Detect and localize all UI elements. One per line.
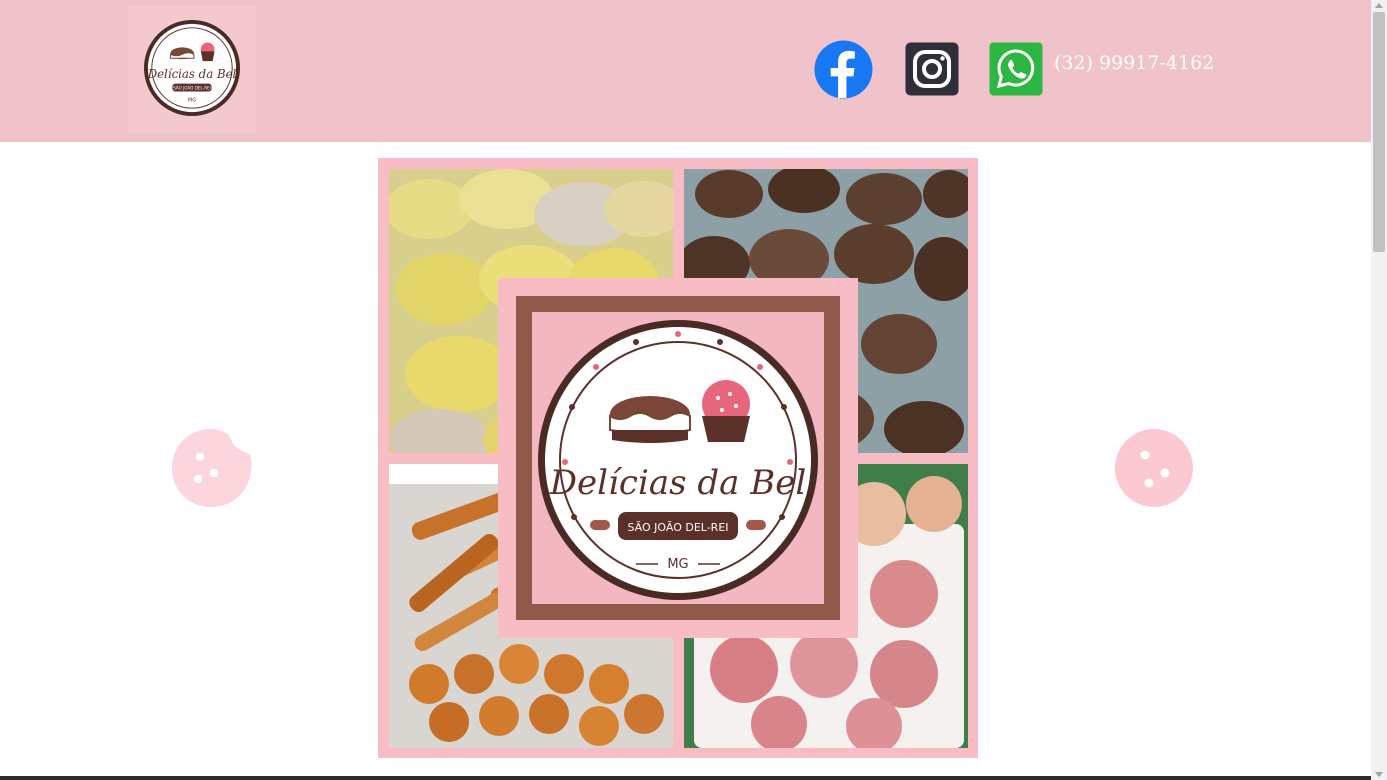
cookie-icon (1115, 429, 1193, 507)
svg-text:MG: MG (188, 97, 196, 103)
facebook-link[interactable] (814, 40, 873, 99)
scroll-up-arrow-icon[interactable] (1375, 3, 1383, 8)
svg-text:SÃO JOÃO DEL-REI: SÃO JOÃO DEL-REI (173, 86, 211, 91)
site-logo-link[interactable]: Delícias da Bel SÃO JOÃO DEL-REI MG (128, 6, 256, 134)
vertical-scrollbar[interactable] (1371, 0, 1387, 780)
svg-text:Delícias da Bel: Delícias da Bel (549, 463, 806, 503)
hero-collage: Delícias da Bel SÃO JOÃO DEL-REI MG (378, 158, 978, 758)
instagram-icon (905, 42, 959, 96)
delicias-da-bel-logo: Delícias da Bel SÃO JOÃO DEL-REI MG (143, 19, 241, 117)
scroll-down-arrow-icon[interactable] (1375, 772, 1383, 777)
site-header: Delícias da Bel SÃO JOÃO DEL-REI MG (32)… (0, 0, 1371, 142)
window-bottom-edge (0, 776, 1371, 780)
cookie-icon (172, 429, 252, 507)
delicias-da-bel-logo: Delícias da Bel SÃO JOÃO DEL-REI MG (538, 320, 818, 600)
main-content: Delícias da Bel SÃO JOÃO DEL-REI MG (0, 142, 1371, 780)
facebook-icon (814, 40, 873, 99)
whatsapp-icon (989, 42, 1043, 96)
scrollbar-thumb[interactable] (1373, 12, 1385, 252)
svg-text:SÃO JOÃO DEL-REI: SÃO JOÃO DEL-REI (627, 521, 728, 534)
center-logo-frame: Delícias da Bel SÃO JOÃO DEL-REI MG (498, 278, 858, 638)
svg-text:Delícias da Bel: Delícias da Bel (147, 67, 237, 81)
whatsapp-link[interactable] (989, 42, 1043, 96)
phone-number: (32) 99917-4162 (1054, 52, 1215, 74)
svg-text:MG: MG (667, 557, 688, 572)
instagram-link[interactable] (905, 42, 959, 96)
